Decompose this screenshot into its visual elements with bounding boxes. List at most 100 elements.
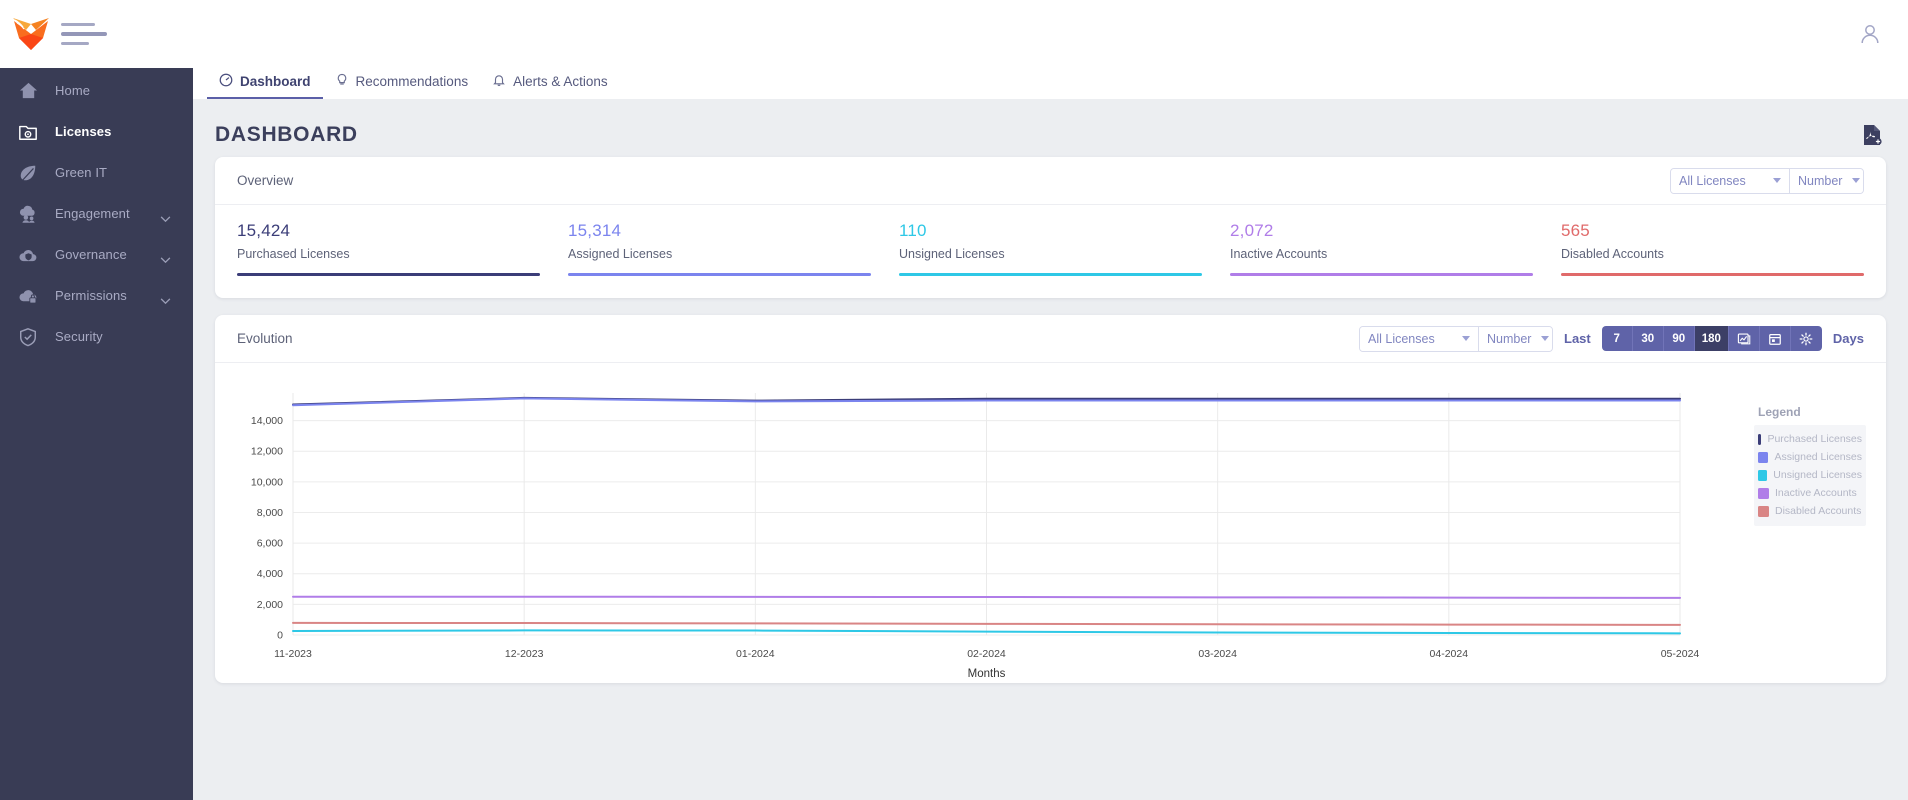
kpi-row: 15,424 Purchased Licenses 15,314 Assigne…	[215, 205, 1886, 298]
overview-license-select[interactable]: All Licenses	[1671, 168, 1789, 193]
evolution-chart: 0 2,000 4,000 6,000 8,000 10,000 12,000 14,000 1…	[215, 363, 1886, 683]
kpi-value: 15,424	[237, 221, 291, 240]
page-header: DASHBOARD	[215, 113, 1886, 157]
chart-preset-icon[interactable]	[1728, 326, 1760, 351]
license-gear-icon	[11, 122, 45, 142]
kpi-label: Disabled Accounts	[1561, 247, 1664, 261]
sidebar-item-permissions[interactable]: Permissions	[0, 275, 193, 316]
svg-text:04-2024: 04-2024	[1430, 648, 1469, 660]
evolution-card-header: Evolution All Licenses Number Last 7 30 …	[215, 315, 1886, 363]
kpi-disabled-accounts[interactable]: 565 Disabled Accounts	[1561, 221, 1864, 276]
legend-label: Disabled Accounts	[1775, 505, 1862, 517]
page-title: DASHBOARD	[215, 123, 358, 146]
fox-logo-icon	[10, 12, 52, 56]
days-label: Days	[1832, 331, 1864, 346]
sidebar-item-home[interactable]: Home	[0, 70, 193, 111]
chevron-down-icon	[1773, 178, 1781, 183]
range-segmented-control: 7 30 90 180	[1601, 326, 1822, 351]
legend-row[interactable]: Unsigned Licenses	[1758, 466, 1862, 484]
sidebar-item-label: Security	[55, 329, 103, 344]
kpi-unsigned-licenses[interactable]: 110 Unsigned Licenses	[899, 221, 1202, 276]
legend-swatch-icon	[1758, 451, 1769, 463]
range-30[interactable]: 30	[1632, 326, 1664, 351]
legend-items: Purchased Licenses Assigned Licenses Unsig…	[1754, 425, 1866, 526]
overview-license-select-value: All Licenses	[1679, 173, 1746, 188]
range-90[interactable]: 90	[1663, 326, 1695, 351]
gear-icon[interactable]	[1790, 326, 1822, 351]
kpi-assigned-licenses[interactable]: 15,314 Assigned Licenses	[568, 221, 871, 276]
sidebar-item-label: Green IT	[55, 165, 108, 180]
calendar-icon[interactable]	[1759, 326, 1791, 351]
overview-unit-select-value: Number	[1798, 173, 1843, 188]
tab-label: Dashboard	[240, 74, 311, 89]
svg-text:02-2024: 02-2024	[967, 648, 1006, 660]
evolution-card: Evolution All Licenses Number Last 7 30 …	[215, 315, 1886, 683]
legend-label: Assigned Licenses	[1774, 451, 1862, 463]
evolution-chart-svg: 0 2,000 4,000 6,000 8,000 10,000 12,000 14,000 1…	[251, 393, 1700, 680]
sidebar-item-label: Governance	[55, 247, 127, 262]
kpi-label: Purchased Licenses	[237, 247, 350, 261]
range-7[interactable]: 7	[1601, 326, 1633, 351]
chevron-down-icon	[1462, 336, 1470, 341]
legend-swatch-icon	[1758, 487, 1769, 499]
chevron-down-icon[interactable]	[160, 292, 171, 310]
chevron-down-icon[interactable]	[160, 251, 171, 269]
svg-text:2,000: 2,000	[257, 599, 283, 611]
overview-filters: All Licenses Number	[1670, 167, 1864, 194]
overview-card: Overview All Licenses Number 15,424 Purc…	[215, 157, 1886, 298]
chevron-down-icon[interactable]	[160, 210, 171, 228]
sidebar-item-governance[interactable]: Governance	[0, 234, 193, 275]
kpi-purchased-licenses[interactable]: 15,424 Purchased Licenses	[237, 221, 540, 276]
bell-icon	[492, 73, 506, 90]
svg-text:Months: Months	[968, 668, 1006, 680]
legend-title: Legend	[1758, 405, 1801, 419]
evolution-license-select[interactable]: All Licenses	[1360, 326, 1478, 351]
svg-text:11-2023: 11-2023	[274, 648, 312, 660]
kpi-accent-bar	[237, 273, 540, 276]
pdf-export-icon[interactable]	[1862, 124, 1886, 146]
legend-label: Inactive Accounts	[1775, 487, 1857, 499]
kpi-accent-bar	[1561, 273, 1864, 276]
svg-text:8,000: 8,000	[257, 507, 283, 519]
lightbulb-icon	[335, 73, 349, 90]
sidebar: Home Licenses Green IT Engagement Govern…	[0, 57, 193, 800]
svg-text:14,000: 14,000	[251, 415, 283, 427]
chevron-down-icon	[1852, 178, 1861, 183]
sidebar-item-engagement[interactable]: Engagement	[0, 193, 193, 234]
evolution-unit-select[interactable]: Number	[1478, 326, 1552, 351]
kpi-label: Inactive Accounts	[1230, 247, 1328, 261]
range-180[interactable]: 180	[1694, 326, 1729, 351]
evolution-unit-select-value: Number	[1487, 331, 1532, 346]
legend-row[interactable]: Purchased Licenses	[1758, 430, 1862, 448]
legend-row[interactable]: Disabled Accounts	[1758, 502, 1862, 520]
tab-label: Recommendations	[355, 74, 469, 89]
brand-area[interactable]	[0, 12, 192, 56]
overview-unit-select[interactable]: Number	[1789, 168, 1863, 193]
tab-alerts-actions[interactable]: Alerts & Actions	[480, 73, 620, 99]
sidebar-item-green-it[interactable]: Green IT	[0, 152, 193, 193]
overview-card-header: Overview All Licenses Number	[215, 157, 1886, 205]
sidebar-item-security[interactable]: Security	[0, 316, 193, 357]
evolution-title: Evolution	[237, 331, 293, 346]
kpi-label: Assigned Licenses	[568, 247, 673, 261]
tab-recommendations[interactable]: Recommendations	[323, 73, 481, 99]
svg-text:05-2024: 05-2024	[1661, 648, 1700, 660]
svg-text:6,000: 6,000	[257, 538, 283, 550]
svg-text:10,000: 10,000	[251, 476, 283, 488]
gauge-icon	[219, 73, 233, 90]
hamburger-lines-icon[interactable]	[61, 23, 107, 45]
tab-dashboard[interactable]: Dashboard	[207, 73, 323, 99]
legend-label: Unsigned Licenses	[1773, 469, 1862, 481]
leaf-icon	[11, 163, 45, 183]
tab-label: Alerts & Actions	[513, 74, 608, 89]
legend-row[interactable]: Assigned Licenses	[1758, 448, 1862, 466]
svg-text:4,000: 4,000	[257, 568, 283, 580]
user-avatar-icon[interactable]	[1842, 6, 1898, 62]
legend-row[interactable]: Inactive Accounts	[1758, 484, 1862, 502]
kpi-inactive-accounts[interactable]: 2,072 Inactive Accounts	[1230, 221, 1533, 276]
chevron-down-icon	[1541, 336, 1550, 341]
people-cloud-icon	[11, 204, 45, 224]
kpi-accent-bar	[1230, 273, 1533, 276]
sidebar-item-licenses[interactable]: Licenses	[0, 111, 193, 152]
kpi-value: 15,314	[568, 221, 622, 240]
